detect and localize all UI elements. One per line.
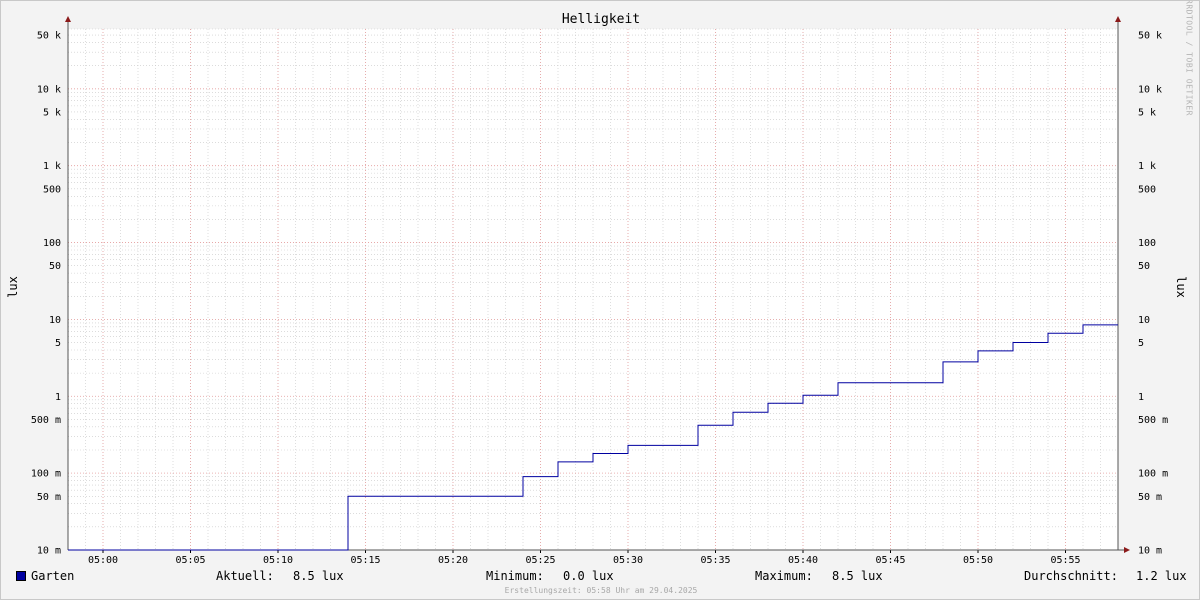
x-tick-label: 05:15 xyxy=(350,555,380,566)
x-tick-label: 05:55 xyxy=(1050,555,1080,566)
y-tick-label-left: 10 m xyxy=(37,546,61,557)
y-tick-label-right: 10 k xyxy=(1138,84,1162,95)
legend-avg-label: Durchschnitt: xyxy=(1024,569,1118,583)
y-tick-label-left: 50 k xyxy=(37,31,61,42)
legend: Garten Aktuell: 8.5 lux Minimum: 0.0 lux… xyxy=(1,569,1199,585)
legend-max-label: Maximum: xyxy=(755,569,813,583)
x-tick-label: 05:05 xyxy=(175,555,205,566)
y-tick-label-right: 1 k xyxy=(1138,161,1156,172)
y-tick-label-left: 1 xyxy=(55,392,61,403)
x-tick-label: 05:00 xyxy=(88,555,118,566)
y-tick-label-left: 1 k xyxy=(43,161,61,172)
x-tick-label: 05:35 xyxy=(700,555,730,566)
legend-max-value: 8.5 lux xyxy=(832,569,883,583)
y-tick-label-left: 500 m xyxy=(31,415,61,426)
x-tick-label: 05:40 xyxy=(788,555,818,566)
x-tick-label: 05:25 xyxy=(525,555,555,566)
legend-series-name: Garten xyxy=(31,569,75,583)
y-tick-label-left: 5 k xyxy=(43,107,61,118)
y-tick-label-left: 100 m xyxy=(31,469,61,480)
y-tick-label-right: 50 xyxy=(1138,261,1150,272)
y-tick-label-right: 5 xyxy=(1138,338,1144,349)
chart-window: Helligkeit lux lux RRDTOOL / TOBI OETIKE… xyxy=(0,0,1200,600)
y-tick-label-right: 500 xyxy=(1138,184,1156,195)
legend-current-label: Aktuell: xyxy=(216,569,274,583)
y-axis-arrow-left xyxy=(65,16,71,22)
y-tick-label-right: 5 k xyxy=(1138,107,1156,118)
y-tick-label-right: 100 xyxy=(1138,238,1156,249)
y-tick-label-right: 10 xyxy=(1138,315,1150,326)
chart-svg: 05:00 05:05 05:10 05:15 05:20 05:25 05:30 05:35… xyxy=(31,16,1168,566)
legend-avg-value: 1.2 lux xyxy=(1136,569,1187,583)
legend-min-label: Minimum: xyxy=(486,569,544,583)
y-tick-label-left: 10 xyxy=(49,315,61,326)
y-tick-label-right: 100 m xyxy=(1138,469,1168,480)
x-tick-label: 05:45 xyxy=(875,555,905,566)
x-tick-label: 05:10 xyxy=(263,555,293,566)
y-tick-label-left: 50 xyxy=(49,261,61,272)
y-tick-label-left: 5 xyxy=(55,338,61,349)
x-tick-label: 05:30 xyxy=(613,555,643,566)
y-axis-arrow-right xyxy=(1115,16,1121,22)
y-tick-label-right: 50 m xyxy=(1138,492,1162,503)
y-tick-label-right: 1 xyxy=(1138,392,1144,403)
x-tick-label: 05:20 xyxy=(438,555,468,566)
legend-current-value: 8.5 lux xyxy=(293,569,344,583)
y-tick-label-right: 50 k xyxy=(1138,31,1162,42)
x-axis-arrow xyxy=(1124,547,1130,553)
y-tick-label-right: 10 m xyxy=(1138,546,1162,557)
y-tick-label-left: 100 xyxy=(43,238,61,249)
y-tick-label-right: 500 m xyxy=(1138,415,1168,426)
legend-min-value: 0.0 lux xyxy=(563,569,614,583)
y-tick-label-left: 500 xyxy=(43,184,61,195)
y-tick-label-left: 50 m xyxy=(37,492,61,503)
y-tick-label-left: 10 k xyxy=(37,84,61,95)
footer-timestamp: Erstellungszeit: 05:58 Uhr am 29.04.2025 xyxy=(504,586,698,595)
x-tick-label: 05:50 xyxy=(963,555,993,566)
